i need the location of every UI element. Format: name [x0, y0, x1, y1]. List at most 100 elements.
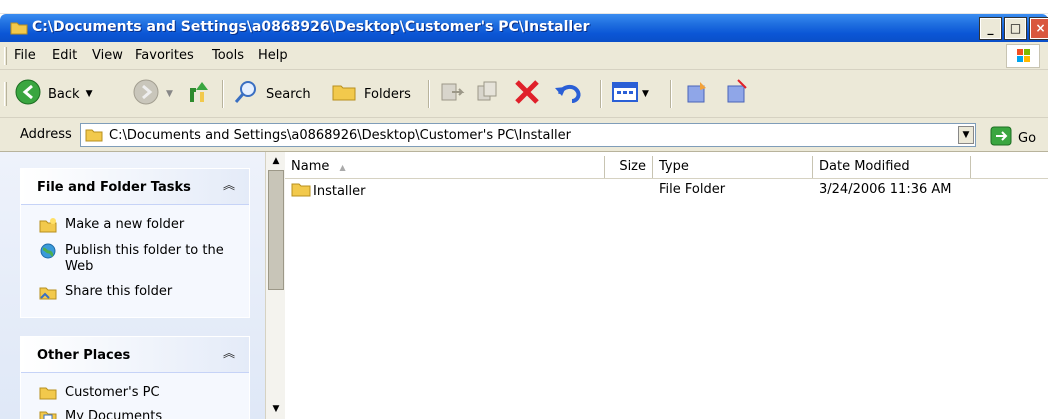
collapse-chevron-icon[interactable]: ︽ [221, 346, 237, 362]
window-title: C:\Documents and Settings\a0868926\Deskt… [32, 19, 590, 35]
scroll-up-icon[interactable]: ▲ [268, 154, 284, 168]
task-share-folder[interactable]: Share this folder [39, 284, 172, 300]
column-label: Size [619, 159, 646, 174]
new-folder-icon [39, 217, 57, 233]
folder-options-icon [682, 78, 712, 110]
my-documents-icon [39, 409, 57, 419]
header-divider [285, 178, 1048, 179]
title-bar[interactable]: C:\Documents and Settings\a0868926\Deskt… [0, 14, 1048, 42]
menu-favorites[interactable]: Favorites [135, 48, 194, 63]
standard-toolbar: Back ▼ ▼ Search Folders ▼ [0, 70, 1048, 118]
go-label: Go [1018, 130, 1037, 146]
back-dropdown-icon[interactable]: ▼ [86, 89, 93, 99]
search-icon [232, 78, 260, 110]
task-pane: File and Folder Tasks ︽ Make a new folde… [0, 152, 265, 419]
place-customers-pc[interactable]: Customer's PC [39, 385, 160, 401]
move-to-button[interactable] [438, 80, 466, 108]
address-field[interactable]: C:\Documents and Settings\a0868926\Deskt… [80, 123, 976, 147]
forward-arrow-icon [132, 78, 160, 110]
place-label: My Documents [65, 409, 163, 419]
folders-button[interactable]: Folders [330, 80, 411, 108]
column-name[interactable]: Name ▲ [285, 156, 605, 178]
place-label: Customer's PC [65, 385, 160, 400]
search-button[interactable]: Search [232, 80, 311, 108]
place-my-documents[interactable]: My Documents [39, 409, 162, 419]
undo-icon [552, 78, 582, 110]
task-pane-scrollbar[interactable]: ▲ ▼ [265, 152, 285, 419]
address-path[interactable]: C:\Documents and Settings\a0868926\Deskt… [109, 128, 571, 143]
copy-to-button[interactable] [474, 80, 502, 108]
go-arrow-icon [990, 126, 1012, 150]
undo-button[interactable] [552, 80, 582, 108]
address-label: Address [20, 127, 72, 142]
column-label: Date Modified [819, 159, 910, 174]
search-label: Search [266, 86, 311, 102]
panel-header[interactable]: Other Places ︽ [21, 337, 249, 373]
menu-view[interactable]: View [92, 48, 123, 63]
up-folder-icon [186, 78, 214, 110]
task-label: Publish this folder to the Web [65, 243, 224, 274]
menu-help[interactable]: Help [258, 48, 288, 63]
views-dropdown-icon[interactable]: ▼ [642, 89, 649, 99]
menu-edit[interactable]: Edit [52, 48, 77, 63]
scroll-thumb[interactable] [268, 170, 284, 290]
item-type: File Folder [659, 182, 726, 197]
item-name-cell[interactable]: Installer [291, 182, 365, 201]
file-folder-tasks-panel: File and Folder Tasks ︽ Make a new folde… [20, 168, 250, 318]
column-size[interactable]: Size [605, 156, 653, 178]
content-area: File and Folder Tasks ︽ Make a new folde… [0, 152, 1048, 419]
views-icon [610, 78, 640, 110]
scroll-down-icon[interactable]: ▼ [268, 402, 284, 416]
menu-tools[interactable]: Tools [212, 48, 244, 63]
column-label: Name [291, 159, 330, 174]
up-button[interactable] [186, 80, 214, 108]
address-dropdown-icon[interactable]: ▼ [958, 126, 974, 144]
forward-dropdown-icon[interactable]: ▼ [166, 89, 173, 99]
task-publish-to-web[interactable]: Publish this folder to the Web [39, 243, 239, 275]
forward-button[interactable]: ▼ [132, 78, 173, 110]
column-date-modified[interactable]: Date Modified [813, 156, 971, 178]
task-make-new-folder[interactable]: Make a new folder [39, 217, 184, 233]
folders-label: Folders [364, 86, 411, 102]
task-label: Make a new folder [65, 217, 185, 232]
folder-icon [85, 128, 103, 145]
folder-icon [10, 21, 28, 38]
item-date-modified: 3/24/2006 11:36 AM [819, 182, 952, 197]
panel-header[interactable]: File and Folder Tasks ︽ [21, 169, 249, 205]
views-button[interactable]: ▼ [610, 80, 649, 108]
folders-icon [330, 78, 358, 110]
menu-grip [4, 47, 7, 65]
toolbar-grip [4, 82, 7, 106]
back-button[interactable]: Back ▼ [14, 78, 93, 110]
toolbar-separator [670, 80, 672, 108]
folder-icon [39, 385, 57, 401]
top-strip [0, 0, 1048, 14]
go-button[interactable]: Go [990, 126, 1036, 150]
delete-button[interactable] [512, 80, 542, 108]
maximize-button[interactable]: □ [1004, 17, 1027, 40]
copy-to-icon [474, 78, 502, 110]
address-bar: Address C:\Documents and Settings\a08689… [0, 118, 1048, 152]
windows-logo-icon [1006, 44, 1040, 68]
menu-file[interactable]: File [14, 48, 36, 63]
collapse-chevron-icon[interactable]: ︽ [221, 178, 237, 194]
folder-options-button[interactable] [682, 80, 712, 108]
column-type[interactable]: Type [653, 156, 813, 178]
sharing-icon [722, 78, 752, 110]
toolbar-separator [600, 80, 602, 108]
share-folder-icon [39, 284, 57, 300]
globe-icon [39, 243, 57, 259]
other-places-panel: Other Places ︽ Customer's PC My Document… [20, 336, 250, 419]
sharing-button[interactable] [722, 78, 752, 110]
task-label: Share this folder [65, 284, 173, 299]
minimize-button[interactable]: _ [979, 17, 1002, 40]
move-to-icon [438, 78, 466, 110]
menu-bar: File Edit View Favorites Tools Help [0, 42, 1048, 70]
toolbar-separator [428, 80, 430, 108]
back-label: Back [48, 86, 80, 102]
back-arrow-icon [14, 78, 44, 110]
folder-icon [291, 182, 311, 201]
close-button[interactable]: × [1029, 17, 1048, 40]
panel-title: File and Folder Tasks [37, 180, 191, 195]
delete-x-icon [512, 78, 542, 110]
